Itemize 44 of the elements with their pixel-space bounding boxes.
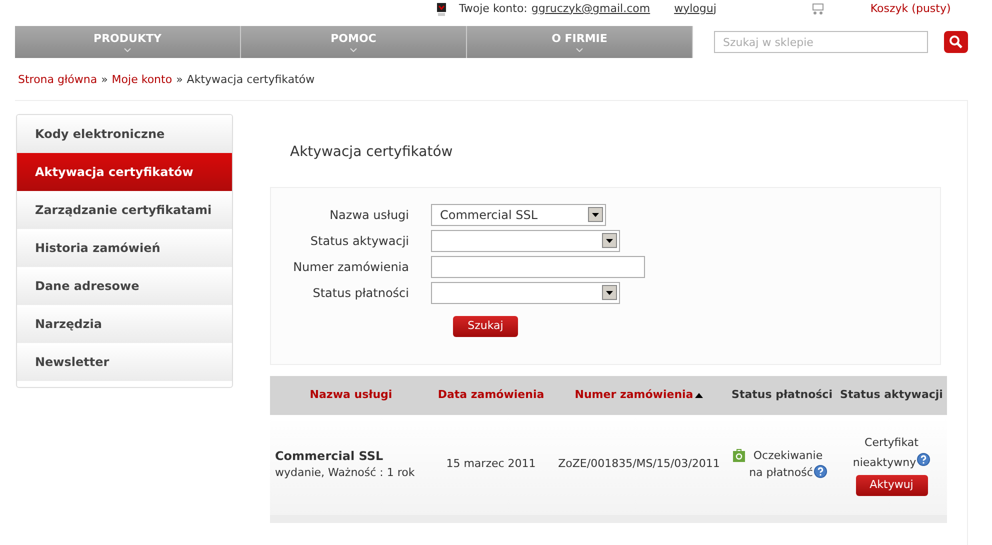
column-header: Status płatności	[732, 386, 832, 403]
logout-link[interactable]: wyloguj	[674, 0, 716, 18]
breadcrumb-separator: »	[101, 72, 108, 88]
chevron-down-icon	[576, 48, 583, 52]
search-icon	[949, 35, 963, 49]
select-field[interactable]	[431, 282, 620, 304]
select-field[interactable]	[431, 230, 620, 252]
order-date: 15 marzec 2011	[445, 456, 537, 472]
account-icon	[436, 2, 447, 16]
chevron-down-icon	[124, 48, 131, 52]
activate-button[interactable]: Aktywuj	[856, 475, 928, 496]
filter-label: Nazwa usługi	[328, 206, 410, 224]
payment-status: Oczekiwanie na płatność	[745, 448, 831, 481]
account-label: Twoje konto:	[459, 0, 528, 17]
column-header: Status aktywacji	[840, 386, 943, 403]
breadcrumb-link[interactable]: Strona główna	[18, 72, 98, 88]
chevron-down-icon	[350, 48, 357, 52]
pending-payment-icon	[733, 449, 745, 462]
column-header[interactable]: Data zamówienia	[438, 386, 544, 404]
search-submit-button[interactable]: Szukaj	[453, 316, 518, 336]
breadcrumb-current: Aktywacja certyfikatów	[186, 72, 315, 88]
help-icon[interactable]	[917, 453, 930, 466]
filter-label: Status aktywacji	[309, 232, 410, 250]
order-number: ZoZE/001835/MS/15/03/2011	[557, 456, 721, 472]
account-email-link[interactable]: ggruczyk@gmail.com	[531, 0, 650, 18]
search-button[interactable]	[944, 31, 968, 53]
cart-icon	[811, 2, 826, 16]
search-field[interactable]: Szukaj w sklepie	[714, 31, 928, 53]
activation-status: Certyfikat nieaktywny	[846, 433, 936, 473]
filter-label: Numer zamówienia	[292, 258, 410, 276]
cart-link[interactable]: Koszyk (pusty)	[870, 0, 951, 18]
text-field[interactable]	[431, 256, 645, 278]
column-header[interactable]: Nazwa usługi	[310, 386, 392, 404]
breadcrumb-link[interactable]: Moje konto	[112, 72, 172, 88]
page-title: Aktywacja certyfikatów	[290, 142, 454, 162]
column-header[interactable]: Numer zamówienia	[574, 386, 694, 404]
help-icon[interactable]	[814, 464, 827, 478]
service-name: Commercial SSL	[275, 448, 384, 466]
filter-label: Status płatności	[312, 284, 410, 302]
breadcrumb-separator: »	[176, 72, 183, 88]
sidebar-item[interactable]: Kody elektroniczne	[17, 114, 232, 152]
select-field[interactable]: Commercial SSL	[431, 204, 606, 226]
sidebar-item[interactable]: Aktywacja certyfikatów	[17, 152, 232, 190]
service-detail: wydanie, Ważność : 1 rok	[275, 465, 416, 482]
